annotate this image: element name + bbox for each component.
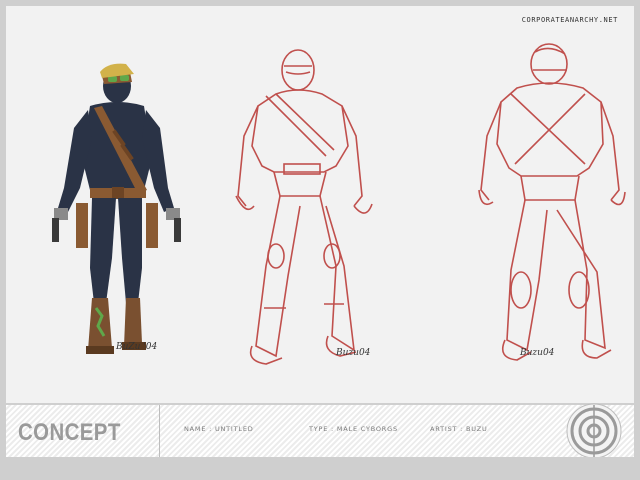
site-url[interactable]: CORPORATEANARCHY.NET — [522, 16, 618, 24]
concentric-target-logo-icon[interactable] — [566, 403, 622, 459]
bottom-band — [6, 457, 634, 474]
front-sketch-signature: Buzu04 — [336, 348, 371, 358]
artist-field: ARTIST : BUZU — [430, 425, 488, 433]
back-sketch-figure — [478, 43, 626, 361]
front-sketch-figure — [235, 49, 373, 365]
info-footer: CONCEPT NAME : UNTITLED TYPE : MALE CYBO… — [6, 403, 634, 459]
type-field: TYPE : MALE CYBORGS — [309, 425, 398, 433]
section-title: CONCEPT — [18, 419, 121, 446]
name-field: NAME : UNTITLED — [184, 425, 254, 433]
concept-art-canvas: CORPORATEANARCHY.NET BuZu '04 Buzu04 Buz… — [6, 6, 634, 403]
colored-cyborg-figure — [52, 63, 181, 354]
back-sketch-signature: Buzu04 — [520, 348, 555, 358]
footer-divider — [159, 405, 160, 457]
colored-figure-signature: BuZu '04 — [116, 342, 158, 352]
